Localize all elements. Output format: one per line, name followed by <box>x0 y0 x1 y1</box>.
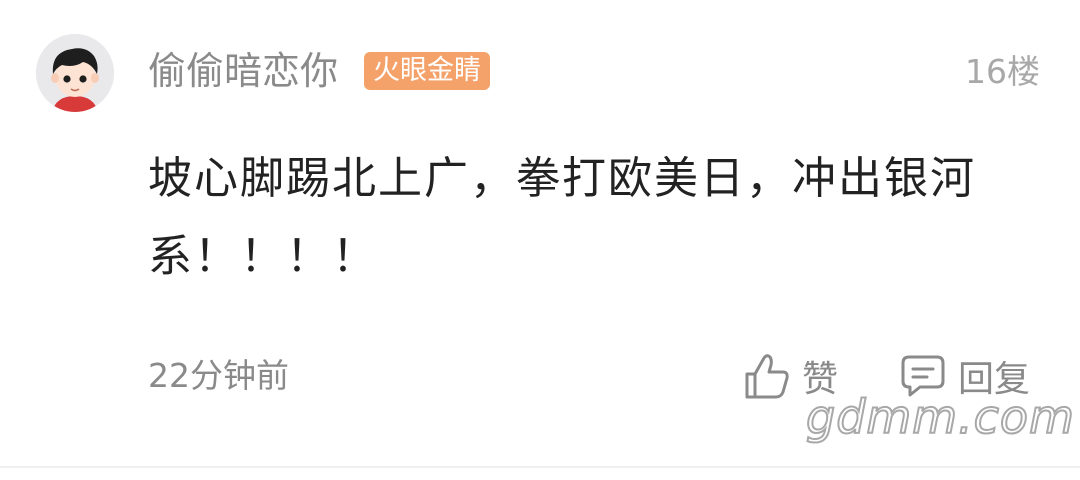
divider <box>0 466 1080 468</box>
avatar[interactable] <box>36 34 114 112</box>
avatar-cartoon-boy-icon <box>36 34 114 112</box>
floor-number: 16楼 <box>965 52 1040 91</box>
comment-item: 偷偷暗恋你 火眼金睛 16楼 坡心脚踢北上广，拳打欧美日，冲出银河系！！！！ 2… <box>0 0 1080 480</box>
user-badge: 火眼金睛 <box>364 52 490 90</box>
watermark: gdmm.com <box>805 389 1075 445</box>
timestamp: 22分钟前 <box>148 356 289 395</box>
thumbs-up-icon <box>745 354 789 399</box>
comment-text: 坡心脚踢北上广，拳打欧美日，冲出银河系！！！！ <box>148 153 976 282</box>
username[interactable]: 偷偷暗恋你 <box>148 46 338 96</box>
